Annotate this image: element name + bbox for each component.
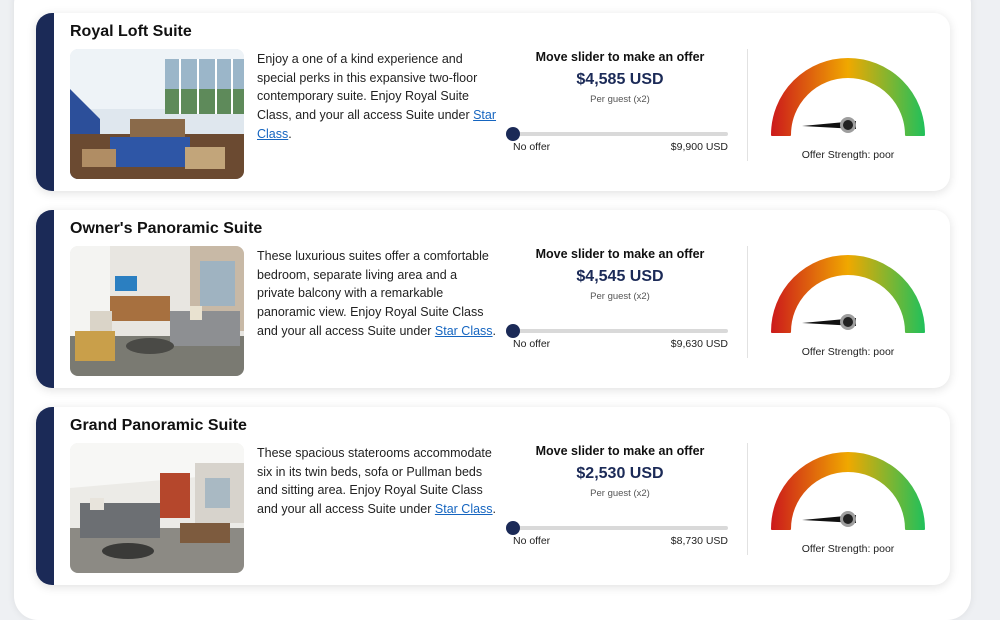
suite-title: Owner's Panoramic Suite bbox=[70, 220, 263, 237]
slider-thumb[interactable] bbox=[506, 521, 520, 535]
suite-photo bbox=[70, 246, 244, 376]
suite-title: Royal Loft Suite bbox=[70, 23, 192, 40]
offer-slider[interactable] bbox=[506, 324, 728, 338]
slider-min-label: No offer bbox=[513, 535, 551, 547]
suite-card-owners-panoramic: Owner's Panoramic Suite These luxurious … bbox=[36, 210, 950, 388]
offer-strength-gauge bbox=[760, 244, 936, 344]
offer-price: $2,530 USD bbox=[576, 465, 664, 482]
slider-limits: No offer $9,630 USD bbox=[513, 338, 728, 350]
slider-max-label: $8,730 USD bbox=[670, 535, 728, 547]
offer-prompt: Move slider to make an offer bbox=[535, 247, 705, 261]
slider-track[interactable] bbox=[513, 526, 728, 530]
description-text: Enjoy a one of a kind experience and spe… bbox=[257, 52, 478, 123]
offer-strength-gauge bbox=[760, 441, 936, 541]
offer-box: Move slider to make an offer $2,530 USD … bbox=[512, 444, 728, 499]
suite-description: These luxurious suites offer a comfortab… bbox=[257, 249, 497, 338]
offer-price: $4,545 USD bbox=[576, 268, 664, 285]
offer-box: Move slider to make an offer $4,545 USD … bbox=[512, 247, 728, 302]
suite-title: Grand Panoramic Suite bbox=[70, 417, 247, 434]
offer-strength-label: Offer Strength: poor bbox=[801, 346, 895, 358]
slider-thumb[interactable] bbox=[506, 127, 520, 141]
slider-track[interactable] bbox=[513, 132, 728, 136]
slider-limits: No offer $8,730 USD bbox=[513, 535, 728, 547]
divider bbox=[747, 443, 748, 555]
offer-strength-label: Offer Strength: poor bbox=[801, 149, 895, 161]
slider-max-label: $9,630 USD bbox=[670, 338, 728, 350]
slider-track[interactable] bbox=[513, 329, 728, 333]
suite-description: These spacious staterooms accommodate si… bbox=[257, 446, 497, 517]
slider-min-label: No offer bbox=[513, 141, 551, 153]
slider-max-label: $9,900 USD bbox=[670, 141, 728, 153]
suite-photo bbox=[70, 443, 244, 573]
offer-slider[interactable] bbox=[506, 127, 728, 141]
slider-limits: No offer $9,900 USD bbox=[513, 141, 728, 153]
star-class-link[interactable]: Star Class bbox=[435, 502, 493, 516]
per-guest-note: Per guest (x2) bbox=[590, 488, 650, 499]
offer-box: Move slider to make an offer $4,585 USD … bbox=[512, 50, 728, 105]
offer-strength-gauge bbox=[760, 47, 936, 147]
card-accent-bar bbox=[36, 407, 54, 585]
suite-card-royal-loft: Royal Loft Suite Enjoy a one of a kind e… bbox=[36, 13, 950, 191]
card-accent-bar bbox=[36, 210, 54, 388]
star-class-link[interactable]: Star Class bbox=[435, 324, 493, 338]
divider bbox=[747, 49, 748, 161]
offer-prompt: Move slider to make an offer bbox=[535, 444, 705, 458]
offer-prompt: Move slider to make an offer bbox=[535, 50, 705, 64]
offer-price: $4,585 USD bbox=[576, 71, 664, 88]
offer-strength-label: Offer Strength: poor bbox=[801, 543, 895, 555]
slider-min-label: No offer bbox=[513, 338, 551, 350]
per-guest-note: Per guest (x2) bbox=[590, 94, 650, 105]
card-accent-bar bbox=[36, 13, 54, 191]
divider bbox=[747, 246, 748, 358]
per-guest-note: Per guest (x2) bbox=[590, 291, 650, 302]
suite-card-grand-panoramic: Grand Panoramic Suite These spacious sta… bbox=[36, 407, 950, 585]
offer-slider[interactable] bbox=[506, 521, 728, 535]
slider-thumb[interactable] bbox=[506, 324, 520, 338]
suite-description: Enjoy a one of a kind experience and spe… bbox=[257, 52, 497, 141]
suite-photo bbox=[70, 49, 244, 179]
